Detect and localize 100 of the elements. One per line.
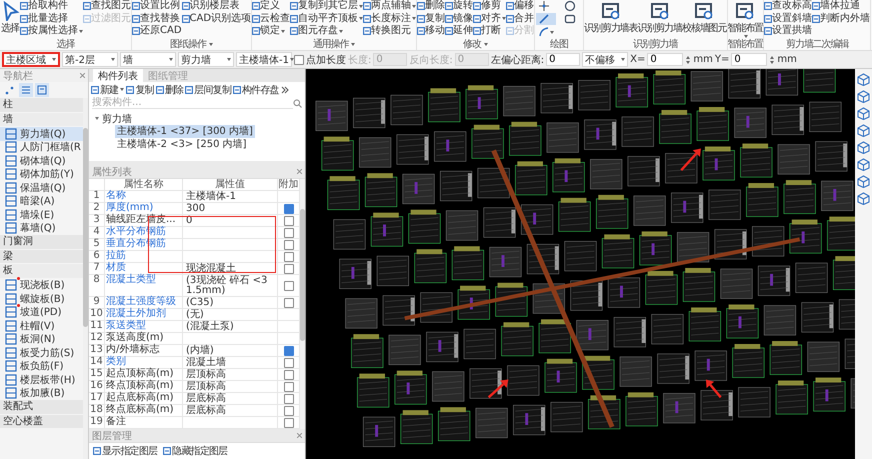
component-item[interactable]: 主楼墙体-2 <3> [250 内墙] [115, 138, 249, 151]
tool-button[interactable]: 拾取构件 [20, 0, 83, 12]
tool-button[interactable]: 判断内外墙 [812, 12, 870, 25]
nav-item[interactable]: 板受力筋(S) [0, 346, 83, 360]
tool-button[interactable]: 删除 [417, 0, 446, 12]
tool-button[interactable]: 设置比例 [132, 0, 182, 12]
nav-item[interactable]: 现浇板(B) [0, 278, 83, 292]
select-button[interactable]: 选择 [0, 0, 20, 39]
category-header[interactable]: 板 [0, 264, 83, 278]
toolbar-button[interactable]: 新建 [91, 82, 124, 96]
tool-button[interactable]: 云检查 [252, 12, 290, 25]
group-label-bar[interactable]: 修改 [417, 39, 534, 50]
group-label-bar[interactable]: 图纸操作 [132, 39, 252, 50]
search-field[interactable]: 搜索构件... [92, 97, 293, 109]
nav-item[interactable]: 墙垛(E) [0, 208, 83, 222]
tool-button[interactable]: 移动 [417, 25, 446, 38]
tool-button[interactable]: 墙体拉通 [812, 0, 870, 12]
toolbar-button[interactable]: 删除 [156, 82, 184, 96]
tool-button[interactable]: 识别剪力墙表 [584, 0, 638, 39]
dropdown[interactable]: 不偏移 [582, 52, 628, 67]
field-label: Y= [714, 54, 730, 65]
nav-item[interactable]: 螺旋板(B) [0, 292, 83, 306]
group-label-bar[interactable]: 智能布置 [728, 39, 764, 50]
toolbar-button[interactable]: 构件存盘 [233, 82, 279, 96]
property-name: 终点底标高(m) [105, 405, 183, 417]
category-header[interactable]: 门窗洞 [0, 235, 83, 248]
tool-button[interactable]: 复制 [417, 12, 446, 25]
tool-button[interactable]: 转换图元 [363, 25, 416, 38]
group-label-bar[interactable]: 绘图 [535, 39, 584, 50]
tool-button[interactable]: 打断 [473, 25, 506, 38]
panel-title: 导航栏 [3, 70, 33, 82]
nav-item[interactable]: 楼层板带(H) [0, 373, 83, 386]
tool-button[interactable]: 批量选择 [20, 12, 83, 25]
tool-button[interactable]: 设置斜墙 [764, 12, 812, 25]
dropdown[interactable]: 第-2层 [62, 52, 118, 67]
category-header[interactable]: 墙 [0, 112, 83, 126]
category-header[interactable]: 柱 [0, 98, 83, 112]
dropdown[interactable]: 剪力墙 [178, 52, 234, 67]
tool-button[interactable]: 查改标高 [764, 0, 812, 12]
tool-button[interactable]: 按属性选择 [20, 25, 83, 38]
dropdown[interactable]: 墙 [120, 52, 176, 67]
toolbar-button[interactable]: 层间复制 [185, 82, 232, 96]
category-header[interactable]: 梁 [0, 250, 83, 263]
tool-button[interactable]: 还原CAD [132, 25, 182, 38]
property-value: 层顶标高 [183, 369, 278, 381]
tool-button[interactable]: 自动平齐顶板 [290, 12, 364, 25]
tool-button[interactable]: 镜像 [445, 12, 474, 25]
dropdown[interactable]: 主楼墙体-1 [236, 52, 292, 67]
layer-button[interactable]: 隐藏指定图层 [163, 444, 228, 458]
tool-button[interactable]: 智能布置 [728, 0, 764, 39]
tool-button[interactable]: 长度标注 [363, 12, 416, 25]
nav-item[interactable]: 幕墙(Q) [0, 222, 83, 235]
nav-item[interactable]: 砌体加筋(Y) [0, 168, 83, 181]
tool-button[interactable]: 图元存盘 [290, 25, 364, 38]
row-number: 11 [89, 321, 105, 333]
group-label-bar[interactable]: 剪力墙二次编辑 [764, 39, 870, 50]
tool-button[interactable]: 修剪 [473, 0, 506, 12]
tool-button[interactable]: 两点辅轴 [363, 0, 416, 12]
tab[interactable]: 构件列表 [93, 69, 143, 82]
tool-button[interactable]: 查找替换 [132, 12, 182, 25]
tree-node[interactable]: 剪力墙 [95, 112, 305, 125]
nav-item[interactable]: 暗梁(A) [0, 194, 83, 208]
property-name: 起点底标高(m) [105, 393, 183, 405]
panel-title: 图层管理 [92, 430, 132, 442]
nav-item[interactable]: 人防门框墙(R [0, 140, 83, 154]
tool-button[interactable]: 查找图元 [83, 0, 131, 12]
dropdown[interactable]: 主楼区域 [2, 52, 60, 67]
group-label-bar[interactable]: 识别剪力墙 [584, 39, 726, 50]
layer-button[interactable]: 显示指定图层 [93, 444, 158, 458]
tool-button[interactable]: CAD识别选项 [182, 12, 252, 25]
tool-button[interactable]: 设置拱墙 [764, 25, 812, 38]
tool-button[interactable]: 复制到其它层 [290, 0, 364, 12]
nav-item[interactable]: 板洞(N) [0, 332, 83, 346]
tool-button[interactable]: 定义 [252, 0, 290, 12]
nav-item[interactable]: 保温墙(Q) [0, 181, 83, 194]
tool-button[interactable]: 锁定 [252, 25, 290, 38]
nav-item[interactable]: 砌体墙(Q) [0, 154, 83, 168]
input-field[interactable]: 0 [647, 53, 684, 66]
component-item[interactable]: 主楼墙体-1 <37> [300 内墙] [115, 125, 255, 138]
property-value: (C35) [183, 297, 278, 309]
nav-item[interactable]: 板加腋(B) [0, 386, 83, 400]
toolbar-button[interactable]: 复制 [126, 82, 154, 96]
tool-button[interactable]: 识别剪力墙 [637, 0, 682, 39]
tool-button[interactable]: 校核墙图元 [682, 0, 726, 39]
nav-item[interactable]: 柱帽(V) [0, 319, 83, 332]
nav-item[interactable]: 剪力墙(Q) [0, 127, 83, 140]
tool-button[interactable]: 偏移 [506, 0, 534, 12]
input-field[interactable]: 0 [546, 53, 580, 66]
tool-button[interactable]: 对齐 [473, 12, 506, 25]
category-header[interactable]: 空心楼盖 [0, 414, 83, 428]
tool-button[interactable]: 旋转 [445, 0, 474, 12]
input-field[interactable]: 0 [731, 53, 768, 66]
group-label-bar[interactable]: 通用操作 [252, 39, 416, 50]
tool-button[interactable]: 合并 [506, 12, 534, 25]
nav-item[interactable]: 坡道(PD) [0, 306, 83, 319]
group-label-bar[interactable]: 选择 [0, 39, 131, 50]
property-name: 混凝土外加剂 [105, 309, 183, 321]
nav-item[interactable]: 板负筋(F) [0, 360, 83, 373]
category-header[interactable]: 装配式 [0, 400, 83, 414]
tool-button[interactable]: 延伸 [445, 25, 474, 38]
